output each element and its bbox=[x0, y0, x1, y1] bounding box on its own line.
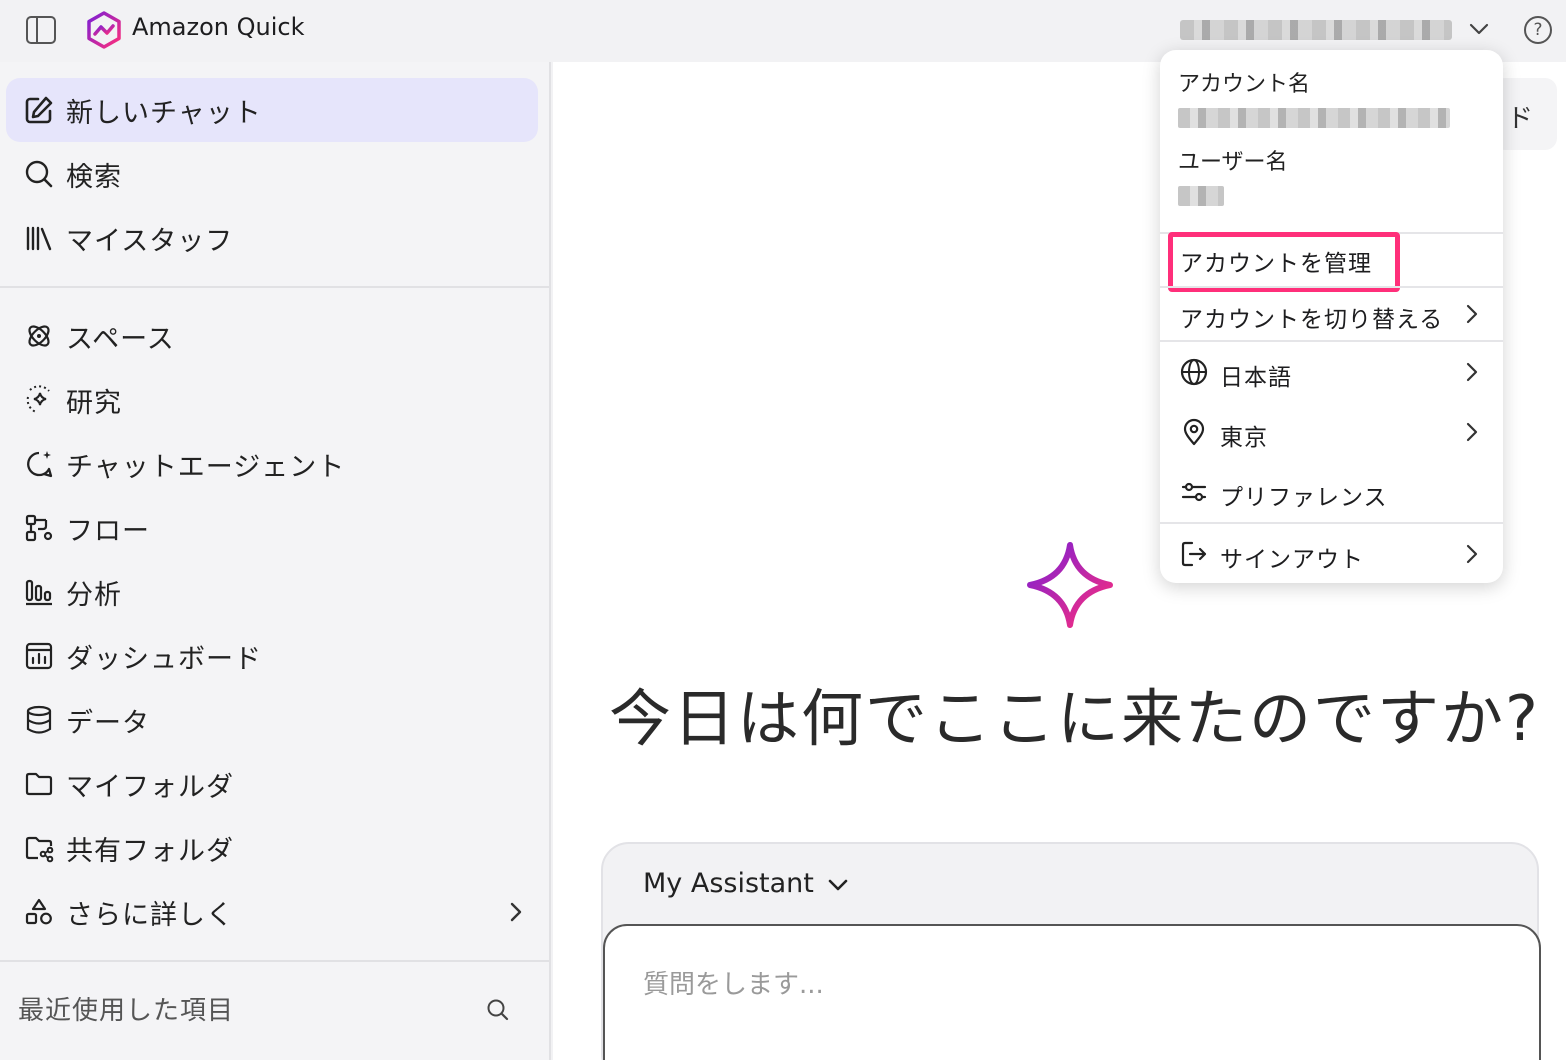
menu-item-switch-account[interactable]: アカウントを切り替える bbox=[1160, 286, 1503, 342]
app-title: Amazon Quick bbox=[132, 13, 305, 41]
sidebar-item-label: 研究 bbox=[66, 387, 122, 419]
sidebar-item-label: ダッシュボード bbox=[66, 643, 262, 675]
sidebar: 新しいチャット 検索 マイスタッフ スペース 研究 チャットエージェント フロー… bbox=[0, 62, 551, 1060]
menu-item-label: アカウントを管理 bbox=[1180, 251, 1372, 277]
recent-items-heading: 最近使用した項目 bbox=[18, 996, 235, 1026]
assistant-selector[interactable]: My Assistant bbox=[643, 868, 814, 899]
account-selector-redacted[interactable] bbox=[1180, 20, 1452, 40]
menu-item-label: サインアウト bbox=[1220, 547, 1364, 573]
database-icon bbox=[22, 703, 56, 737]
chevron-down-icon[interactable] bbox=[827, 874, 849, 896]
help-icon[interactable]: ? bbox=[1524, 16, 1552, 44]
sidebar-item-label: マイスタッフ bbox=[66, 225, 234, 257]
globe-icon bbox=[1180, 358, 1208, 386]
sidebar-item-data[interactable]: データ bbox=[6, 688, 538, 752]
sidebar-item-my-stuff[interactable]: マイスタッフ bbox=[6, 206, 538, 270]
sidebar-item-flow[interactable]: フロー bbox=[6, 496, 538, 560]
spaces-icon bbox=[22, 319, 56, 353]
shapes-icon bbox=[22, 895, 56, 929]
edit-icon bbox=[22, 93, 56, 127]
library-icon bbox=[22, 221, 56, 255]
chevron-right-icon bbox=[1466, 422, 1478, 442]
menu-item-region[interactable]: 東京 bbox=[1160, 404, 1503, 460]
sidebar-item-label: マイフォルダ bbox=[66, 771, 234, 803]
location-pin-icon bbox=[1183, 418, 1205, 446]
sidebar-item-spaces[interactable]: スペース bbox=[6, 304, 538, 368]
sidebar-item-label: データ bbox=[66, 707, 150, 739]
sidebar-item-label: さらに詳しく bbox=[66, 899, 234, 931]
menu-item-label: 日本語 bbox=[1220, 365, 1292, 391]
amazon-quick-logo-icon bbox=[87, 11, 121, 49]
flow-icon bbox=[22, 511, 56, 545]
account-menu: アカウント名 ユーザー名 アカウントを管理 アカウントを切り替える 日本語 東京… bbox=[1160, 50, 1503, 583]
dashboard-icon bbox=[22, 639, 56, 673]
sidebar-item-new-chat[interactable]: 新しいチャット bbox=[6, 78, 538, 142]
shared-folder-icon bbox=[22, 831, 56, 865]
sidebar-item-more[interactable]: さらに詳しく bbox=[6, 880, 538, 944]
sidebar-divider bbox=[0, 960, 550, 962]
chevron-right-icon bbox=[1466, 544, 1478, 564]
menu-item-language[interactable]: 日本語 bbox=[1160, 344, 1503, 400]
partially-hidden-button-label: ド bbox=[1507, 104, 1534, 134]
sidebar-item-search[interactable]: 検索 bbox=[6, 142, 538, 206]
menu-divider bbox=[1160, 522, 1503, 524]
sidebar-divider bbox=[0, 286, 550, 288]
chevron-right-icon bbox=[510, 902, 522, 922]
sign-out-icon bbox=[1181, 541, 1207, 567]
chat-input-placeholder: 質問をします... bbox=[643, 970, 824, 1000]
chat-input[interactable]: 質問をします... bbox=[603, 924, 1541, 1060]
menu-item-preferences[interactable]: プリファレンス bbox=[1160, 464, 1503, 520]
sidebar-item-research[interactable]: 研究 bbox=[6, 368, 538, 432]
analytics-icon bbox=[22, 575, 56, 609]
chevron-down-icon[interactable] bbox=[1468, 18, 1490, 40]
sliders-icon bbox=[1181, 482, 1207, 502]
sidebar-item-shared-folder[interactable]: 共有フォルダ bbox=[6, 816, 538, 880]
sidebar-toggle-icon[interactable] bbox=[26, 16, 56, 44]
sidebar-item-chat-agent[interactable]: チャットエージェント bbox=[6, 432, 538, 496]
menu-item-label: アカウントを切り替える bbox=[1180, 307, 1444, 333]
greeting-heading: 今日は何でここに来たのですか? bbox=[609, 682, 1540, 755]
sparkle-icon bbox=[1027, 542, 1113, 628]
menu-divider bbox=[1160, 340, 1503, 342]
sidebar-item-label: フロー bbox=[66, 515, 150, 547]
menu-item-manage-account[interactable]: アカウントを管理 bbox=[1160, 232, 1503, 292]
chat-agent-icon bbox=[22, 447, 56, 481]
search-icon bbox=[22, 157, 56, 191]
sidebar-item-my-folder[interactable]: マイフォルダ bbox=[6, 752, 538, 816]
search-icon[interactable] bbox=[486, 998, 510, 1022]
menu-item-label: プリファレンス bbox=[1220, 485, 1388, 511]
sidebar-item-label: 共有フォルダ bbox=[66, 835, 234, 867]
sidebar-item-dashboard[interactable]: ダッシュボード bbox=[6, 624, 538, 688]
menu-item-label: 東京 bbox=[1220, 425, 1268, 451]
chevron-right-icon bbox=[1466, 304, 1478, 324]
menu-item-sign-out[interactable]: サインアウト bbox=[1160, 526, 1503, 582]
account-name-redacted bbox=[1178, 108, 1450, 128]
sidebar-item-label: 新しいチャット bbox=[66, 97, 262, 129]
chat-composer: My Assistant 質問をします... bbox=[601, 842, 1541, 1060]
sidebar-item-label: 検索 bbox=[66, 161, 122, 193]
user-name-redacted bbox=[1178, 186, 1224, 206]
research-sparkle-icon bbox=[22, 383, 56, 417]
user-name-caption: ユーザー名 bbox=[1178, 150, 1288, 175]
folder-icon bbox=[22, 767, 56, 801]
sidebar-item-analytics[interactable]: 分析 bbox=[6, 560, 538, 624]
sidebar-item-label: チャットエージェント bbox=[66, 451, 346, 483]
sidebar-item-label: スペース bbox=[66, 323, 175, 355]
account-name-caption: アカウント名 bbox=[1178, 72, 1311, 97]
sidebar-item-label: 分析 bbox=[66, 579, 122, 611]
chevron-right-icon bbox=[1466, 362, 1478, 382]
